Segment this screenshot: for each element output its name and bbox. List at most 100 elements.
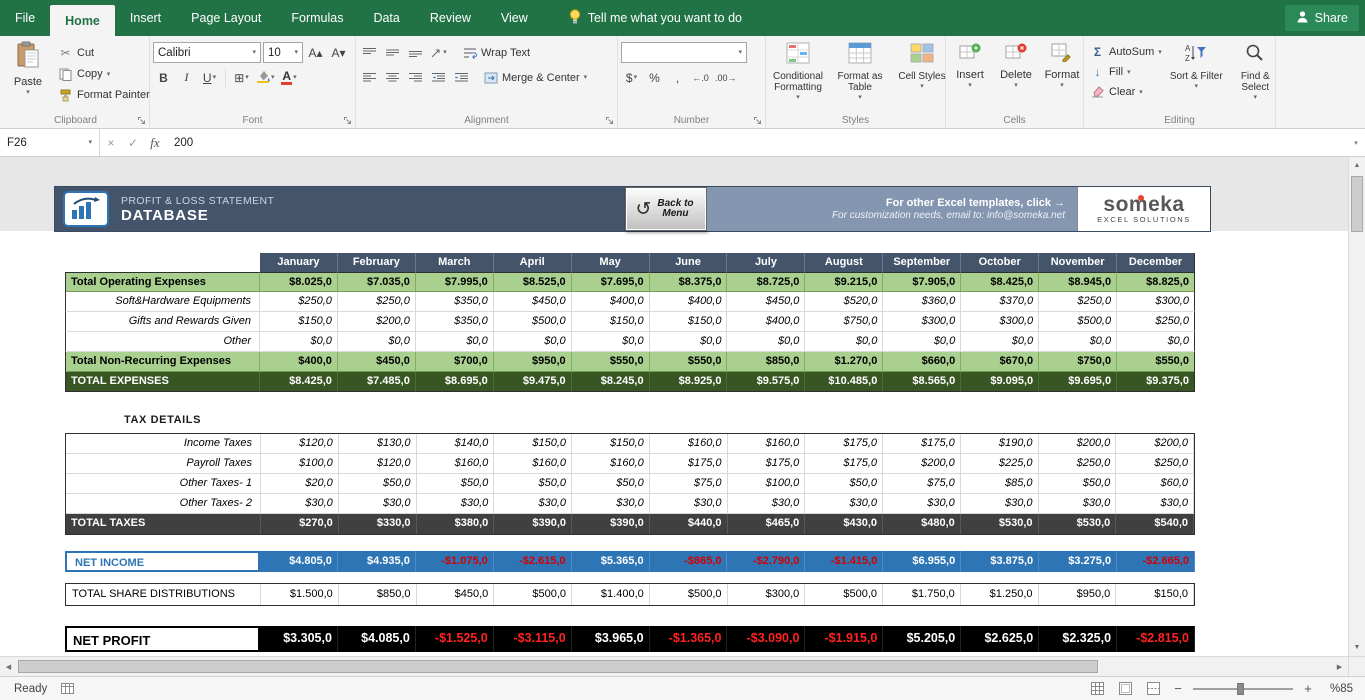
value-cell[interactable]: $250,0: [1039, 292, 1117, 312]
value-cell[interactable]: $0,0: [961, 332, 1039, 352]
zoom-in-button[interactable]: +: [1301, 681, 1315, 696]
month-header-cell[interactable]: February: [338, 253, 416, 272]
value-cell[interactable]: $130,0: [339, 434, 417, 454]
value-cell[interactable]: $120,0: [261, 434, 339, 454]
month-header-cell[interactable]: October: [961, 253, 1039, 272]
value-cell[interactable]: $250,0: [338, 292, 416, 312]
autosum-button[interactable]: ΣAutoSum▾: [1087, 42, 1165, 62]
align-right-button[interactable]: [405, 67, 426, 88]
value-cell[interactable]: $85,0: [961, 474, 1039, 494]
format-painter-button[interactable]: Format Painter: [55, 85, 153, 105]
comma-style-button[interactable]: ,: [667, 67, 688, 88]
cancel-button[interactable]: ×: [100, 129, 122, 156]
align-top-button[interactable]: [359, 42, 380, 63]
value-cell[interactable]: $60,0: [1116, 474, 1194, 494]
value-cell[interactable]: $0,0: [572, 332, 650, 352]
font-color-button[interactable]: A▾: [279, 67, 300, 88]
value-cell[interactable]: $380,0: [417, 514, 495, 534]
value-cell[interactable]: $9.575,0: [727, 372, 805, 392]
cell-styles-button[interactable]: Cell Styles ▾: [893, 39, 951, 113]
accounting-format-button[interactable]: $▾: [621, 67, 642, 88]
value-cell[interactable]: $450,0: [494, 292, 572, 312]
value-cell[interactable]: $150,0: [650, 312, 728, 332]
value-cell[interactable]: $100,0: [728, 474, 806, 494]
row-label-cell[interactable]: Total Operating Expenses: [65, 272, 260, 292]
month-header-cell[interactable]: May: [572, 253, 650, 272]
value-cell[interactable]: $9.475,0: [494, 372, 572, 392]
value-cell[interactable]: $7.695,0: [572, 272, 650, 292]
value-cell[interactable]: $9.375,0: [1117, 372, 1195, 392]
value-cell[interactable]: -$1.365,0: [650, 626, 728, 652]
back-to-menu-button[interactable]: ↺ Back to Menu: [625, 187, 707, 231]
value-cell[interactable]: $0,0: [338, 332, 416, 352]
value-cell[interactable]: $150,0: [494, 434, 572, 454]
vertical-scrollbar[interactable]: ▲ ▼: [1348, 157, 1365, 656]
formula-input[interactable]: 200: [166, 129, 1347, 156]
value-cell[interactable]: $660,0: [883, 352, 961, 372]
value-cell[interactable]: $500,0: [1039, 312, 1117, 332]
value-cell[interactable]: $30,0: [1116, 494, 1194, 514]
number-dialog-launcher[interactable]: [752, 115, 763, 126]
fill-color-button[interactable]: ▾: [254, 67, 277, 88]
value-cell[interactable]: $520,0: [805, 292, 883, 312]
value-cell[interactable]: $3.275,0: [1039, 551, 1117, 572]
value-cell[interactable]: $8.245,0: [572, 372, 650, 392]
row-label-cell[interactable]: Total Non-Recurring Expenses: [65, 352, 260, 372]
value-cell[interactable]: $120,0: [339, 454, 417, 474]
value-cell[interactable]: $4.805,0: [260, 551, 338, 572]
value-cell[interactable]: $20,0: [261, 474, 339, 494]
value-cell[interactable]: $400,0: [727, 312, 805, 332]
value-cell[interactable]: -$865,0: [650, 551, 728, 572]
value-cell[interactable]: -$1.075,0: [416, 551, 494, 572]
value-cell[interactable]: $850,0: [727, 352, 805, 372]
value-cell[interactable]: $7.995,0: [416, 272, 494, 292]
value-cell[interactable]: $330,0: [339, 514, 417, 534]
value-cell[interactable]: $160,0: [728, 434, 806, 454]
value-cell[interactable]: -$2.790,0: [727, 551, 805, 572]
increase-decimal-button[interactable]: ←.0: [690, 67, 711, 88]
value-cell[interactable]: $150,0: [572, 312, 650, 332]
value-cell[interactable]: $400,0: [572, 292, 650, 312]
value-cell[interactable]: $950,0: [494, 352, 572, 372]
row-label-cell[interactable]: TOTAL EXPENSES: [65, 372, 260, 392]
value-cell[interactable]: $465,0: [728, 514, 806, 534]
value-cell[interactable]: $30,0: [417, 494, 495, 514]
value-cell[interactable]: $5.365,0: [572, 551, 650, 572]
value-cell[interactable]: $8.825,0: [1117, 272, 1195, 292]
orientation-button[interactable]: ▾: [428, 42, 449, 63]
insert-cells-button[interactable]: Insert ▾: [949, 39, 991, 113]
tab-file[interactable]: File: [0, 0, 50, 36]
value-cell[interactable]: $250,0: [260, 292, 338, 312]
value-cell[interactable]: $750,0: [1039, 352, 1117, 372]
decrease-decimal-button[interactable]: .00→: [713, 67, 739, 88]
percent-style-button[interactable]: %: [644, 67, 665, 88]
value-cell[interactable]: $3.875,0: [961, 551, 1039, 572]
scroll-right-arrow[interactable]: ▶: [1331, 657, 1348, 676]
value-cell[interactable]: $670,0: [961, 352, 1039, 372]
row-label-cell[interactable]: Other: [65, 332, 260, 352]
value-cell[interactable]: $30,0: [805, 494, 883, 514]
value-cell[interactable]: $175,0: [728, 454, 806, 474]
row-label-cell[interactable]: TOTAL SHARE DISTRIBUTIONS: [66, 584, 261, 605]
tab-view[interactable]: View: [486, 0, 543, 36]
value-cell[interactable]: $0,0: [494, 332, 572, 352]
value-cell[interactable]: $3.305,0: [260, 626, 338, 652]
value-cell[interactable]: $300,0: [1117, 292, 1195, 312]
row-label-cell[interactable]: NET INCOME: [65, 551, 260, 572]
page-layout-view-button[interactable]: [1115, 680, 1135, 698]
vertical-scroll-thumb[interactable]: [1351, 176, 1363, 232]
value-cell[interactable]: $150,0: [1116, 584, 1194, 605]
value-cell[interactable]: $250,0: [1117, 312, 1195, 332]
value-cell[interactable]: $0,0: [805, 332, 883, 352]
wrap-text-button[interactable]: Wrap Text: [459, 43, 533, 63]
value-cell[interactable]: -$1.525,0: [416, 626, 494, 652]
value-cell[interactable]: $9.095,0: [961, 372, 1039, 392]
value-cell[interactable]: $500,0: [494, 584, 572, 605]
value-cell[interactable]: $4.085,0: [338, 626, 416, 652]
font-dialog-launcher[interactable]: [342, 115, 353, 126]
increase-indent-button[interactable]: [451, 67, 472, 88]
value-cell[interactable]: $160,0: [572, 454, 650, 474]
tab-formulas[interactable]: Formulas: [276, 0, 358, 36]
value-cell[interactable]: $0,0: [1039, 332, 1117, 352]
value-cell[interactable]: $5.205,0: [883, 626, 961, 652]
